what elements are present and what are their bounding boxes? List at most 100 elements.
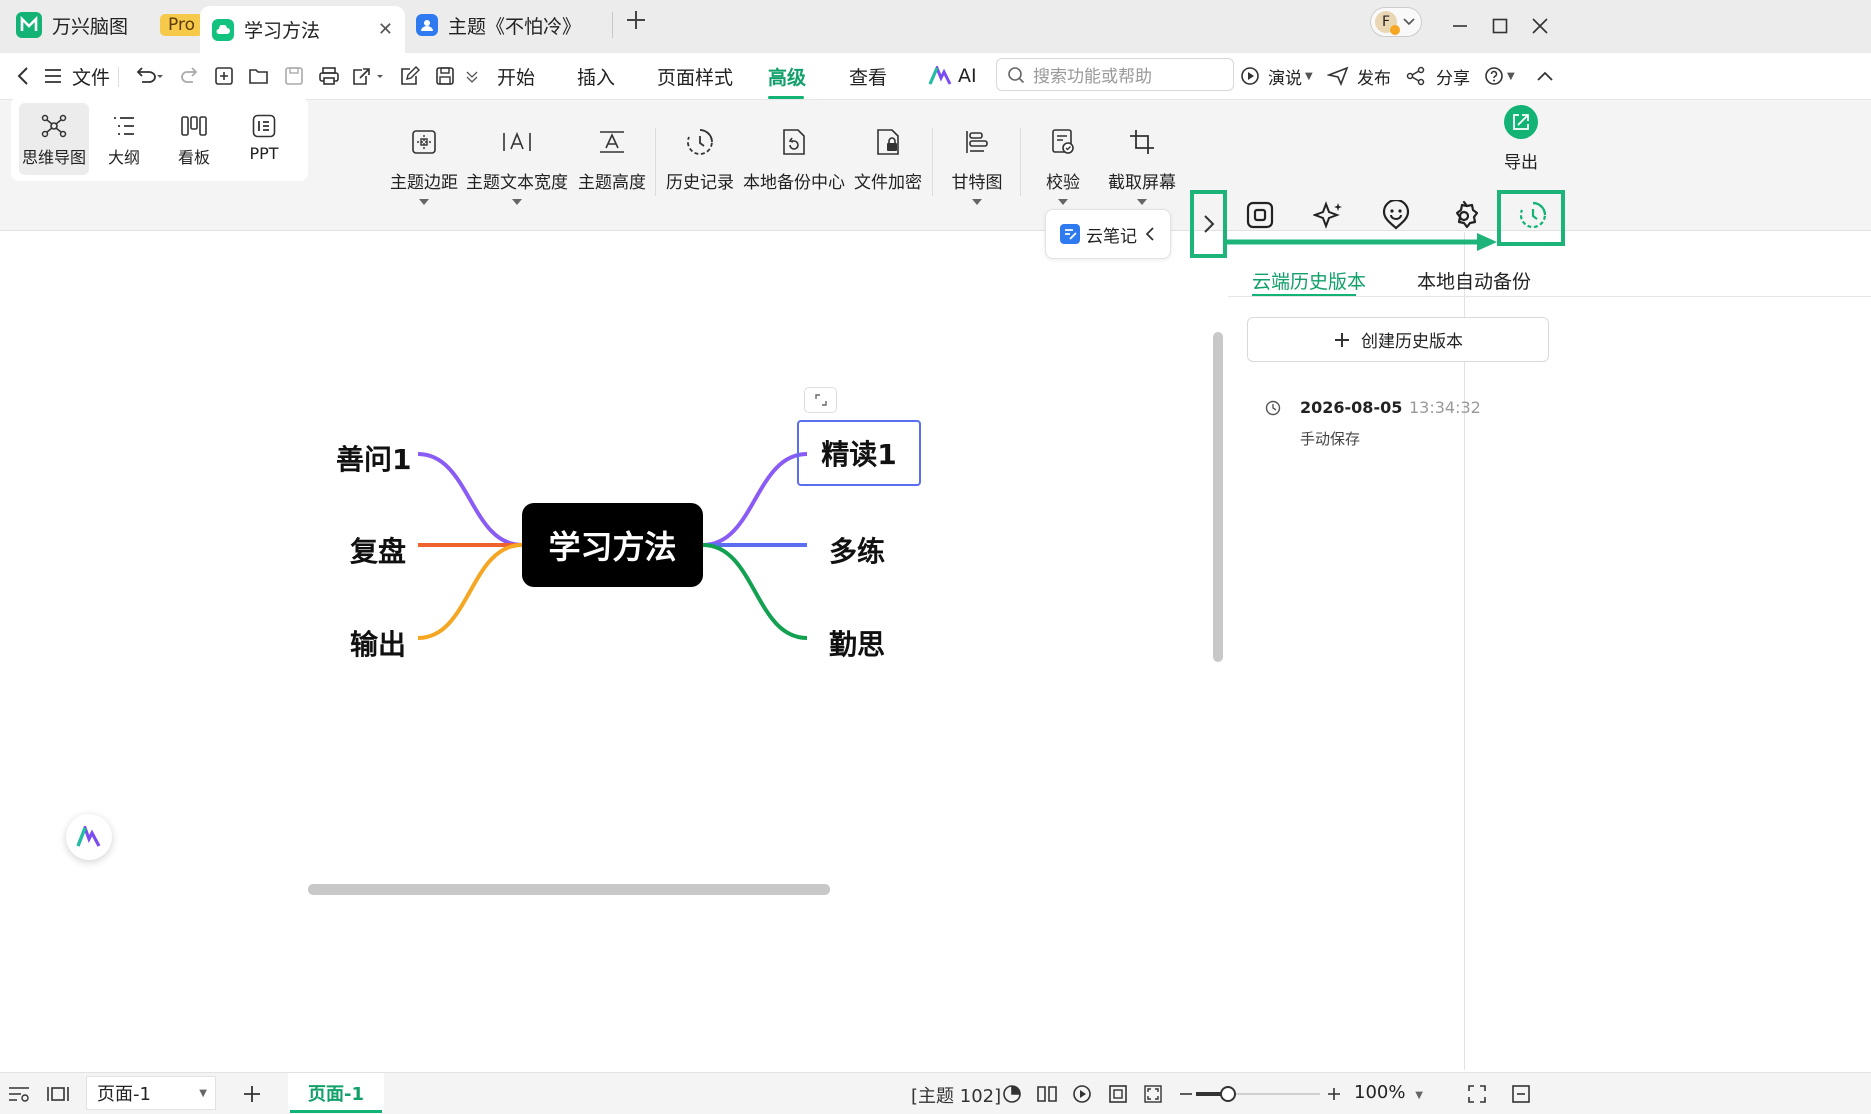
status-bar: 页面-1 ▼ 页面-1 [主题 102] 100% ▼ [0, 1072, 1871, 1114]
settings-gear-icon[interactable] [1449, 200, 1481, 232]
expand-view-icon[interactable] [1463, 1081, 1491, 1107]
fullscreen-icon[interactable] [1139, 1081, 1167, 1107]
topic-height-button[interactable]: 主题高度 [578, 122, 646, 193]
tab-advanced[interactable]: 高级 [768, 53, 806, 99]
avatar: F [1375, 11, 1400, 35]
page-list-icon[interactable] [5, 1081, 33, 1107]
vertical-scrollbar[interactable] [1213, 332, 1223, 662]
topic-shuchu[interactable]: 输出 [350, 623, 406, 663]
undo-icon[interactable] [130, 62, 168, 90]
collapse-panel-icon[interactable] [1507, 1081, 1535, 1107]
book-view-icon[interactable] [1033, 1081, 1061, 1107]
central-topic[interactable]: 学习方法 [522, 503, 703, 587]
topic-text-width-button[interactable]: 主题文本宽度 [466, 122, 568, 205]
ai-sparkle-icon[interactable] [1313, 200, 1345, 232]
file-menu[interactable]: 文件 [72, 53, 110, 99]
search-box[interactable]: 搜索功能或帮助 [996, 58, 1234, 91]
minimize-button[interactable] [1440, 10, 1480, 42]
print-icon[interactable] [314, 62, 344, 90]
new-file-icon[interactable] [209, 62, 239, 90]
view-ppt[interactable]: PPT [244, 110, 284, 163]
edit-doc-icon[interactable] [395, 62, 425, 90]
ribbon-divider [932, 128, 933, 196]
topic-shanwen[interactable]: 善问1 [336, 438, 411, 478]
close-window-button[interactable] [1520, 10, 1560, 42]
page-select[interactable]: 页面-1 ▼ [86, 1076, 216, 1110]
ai-assistant-button[interactable] [66, 814, 112, 860]
export-button[interactable]: 导出 [1500, 104, 1542, 173]
tab-page-style[interactable]: 页面样式 [657, 53, 733, 99]
view-mindmap[interactable]: 思维导图 [22, 110, 86, 168]
more-tools-icon[interactable] [462, 62, 482, 90]
tab-local-backup[interactable]: 本地自动备份 [1417, 267, 1531, 294]
zoom-level[interactable]: 100% ▼ [1354, 1082, 1423, 1103]
share-button[interactable]: 分享 [1406, 53, 1470, 99]
page-thumbnail-icon[interactable] [44, 1081, 72, 1107]
pie-chart-icon[interactable] [998, 1081, 1026, 1107]
zoom-in-icon[interactable] [1320, 1081, 1348, 1107]
page-tab-active[interactable]: 页面-1 [288, 1073, 384, 1113]
topic-margin-label: 主题边距 [390, 173, 458, 193]
help-button[interactable]: ▼ [1484, 53, 1515, 99]
tab-insert[interactable]: 插入 [577, 53, 615, 99]
create-history-button[interactable]: 创建历史版本 [1247, 317, 1549, 362]
window-tab-bar: 万兴脑图 Pro 学习方法 ✕ 主题《不怕冷》 F [0, 0, 1871, 53]
emoji-marker-icon[interactable] [1381, 200, 1413, 232]
topic-format-icon[interactable] [1245, 200, 1277, 232]
tab-start[interactable]: 开始 [497, 53, 535, 99]
topic-margin-button[interactable]: 主题边距 [390, 122, 458, 205]
zoom-slider-thumb[interactable] [1220, 1086, 1236, 1102]
fit-page-icon[interactable] [1104, 1081, 1132, 1107]
screenshot-button[interactable]: 截取屏幕 [1108, 122, 1176, 205]
collapse-ribbon-icon[interactable] [1530, 62, 1560, 90]
collapse-handle-icon[interactable] [804, 387, 837, 413]
topic-fupan[interactable]: 复盘 [350, 530, 406, 570]
tab-ai[interactable]: AI [928, 53, 977, 99]
share-icon [1406, 66, 1425, 86]
ai-logo-icon [76, 826, 101, 847]
team-doc-icon [416, 14, 438, 36]
play-slideshow-icon[interactable] [1068, 1081, 1096, 1107]
redo-icon[interactable] [175, 62, 205, 90]
app-name: 万兴脑图 [52, 15, 129, 38]
publish-button[interactable]: 发布 [1327, 53, 1391, 99]
history-clock-icon [686, 122, 714, 162]
view-board[interactable]: 看板 [174, 110, 214, 168]
file-encrypt-button[interactable]: 文件加密 [854, 122, 922, 193]
pro-badge: Pro [160, 14, 203, 36]
local-backup-button[interactable]: 本地备份中心 [743, 122, 845, 193]
topic-qinsi[interactable]: 勤思 [829, 623, 885, 663]
history-entry[interactable]: 2026-08-05 13:34:32 手动保存 [1265, 398, 1575, 458]
menu-icon[interactable] [38, 62, 68, 90]
mindmap-canvas[interactable]: 云笔记 学习方法 善问1 复盘 输出 精读1 多练 勤思 [0, 209, 1464, 1070]
panel-tab-divider [1228, 296, 1871, 297]
save-as-icon[interactable] [430, 62, 460, 90]
tab-view[interactable]: 查看 [849, 53, 887, 99]
view-outline[interactable]: 大纲 [104, 110, 144, 168]
back-icon[interactable] [8, 62, 38, 90]
user-menu[interactable]: F [1370, 7, 1422, 37]
open-folder-icon[interactable] [244, 62, 274, 90]
search-placeholder: 搜索功能或帮助 [1033, 67, 1152, 87]
doc-tab-study-method[interactable]: 学习方法 ✕ [200, 6, 405, 53]
topic-duolian[interactable]: 多练 [829, 530, 885, 570]
tab-cloud-history[interactable]: 云端历史版本 [1252, 267, 1366, 294]
validate-button[interactable]: 校验 [1034, 122, 1092, 205]
avatar-letter: F [1381, 14, 1391, 30]
app-tab[interactable]: 万兴脑图 Pro [16, 0, 203, 50]
history-time: 13:34:32 [1409, 398, 1481, 417]
expand-panel-chevron-icon[interactable] [1197, 210, 1221, 238]
history-button[interactable]: 历史记录 [666, 122, 734, 193]
save-icon[interactable] [279, 62, 309, 90]
gantt-button[interactable]: 甘特图 [946, 122, 1008, 205]
close-tab-icon[interactable]: ✕ [378, 19, 393, 40]
doc-tab-topic[interactable]: 主题《不怕冷》 [416, 0, 581, 50]
new-tab-icon[interactable] [624, 8, 652, 36]
topic-jingdu-selected[interactable]: 精读1 [797, 420, 921, 486]
export-file-icon[interactable] [350, 62, 388, 90]
zoom-level-value: 100% [1354, 1082, 1406, 1103]
chevron-down-icon: ▼ [1305, 70, 1313, 82]
present-button[interactable]: 演说 ▼ [1240, 53, 1313, 99]
maximize-button[interactable] [1480, 10, 1520, 42]
add-page-icon[interactable] [238, 1081, 266, 1107]
